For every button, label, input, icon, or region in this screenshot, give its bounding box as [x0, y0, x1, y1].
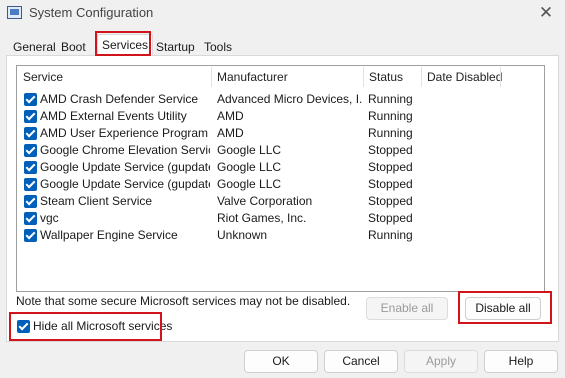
column-divider[interactable] [500, 67, 501, 87]
manufacturer-cell: Riot Games, Inc. [217, 211, 307, 225]
status-cell: Running [368, 126, 413, 140]
manufacturer-cell: Google LLC [217, 160, 282, 174]
cancel-button[interactable]: Cancel [324, 350, 398, 373]
status-cell: Running [368, 92, 413, 106]
service-name-cell: Google Chrome Elevation Servic... [40, 143, 210, 157]
service-name-cell: AMD External Events Utility [40, 109, 187, 123]
services-tab-highlight [95, 31, 151, 56]
service-checkbox[interactable] [24, 229, 37, 242]
service-name-cell: AMD Crash Defender Service [40, 92, 199, 106]
secure-services-note: Note that some secure Microsoft services… [16, 294, 351, 308]
service-name-cell: Wallpaper Engine Service [40, 228, 178, 242]
service-checkbox[interactable] [24, 110, 37, 123]
service-checkbox[interactable] [24, 127, 37, 140]
help-button[interactable]: Help [484, 350, 558, 373]
system-configuration-icon [7, 6, 22, 19]
manufacturer-cell: Valve Corporation [217, 194, 313, 208]
services-list: Service Manufacturer Status Date Disable… [16, 65, 545, 292]
enable-all-button[interactable]: Enable all [366, 297, 448, 320]
column-header-status[interactable]: Status [363, 66, 421, 88]
date-disabled-cell [427, 227, 537, 244]
table-row[interactable]: Google Chrome Elevation Servic... Google … [17, 142, 544, 159]
date-disabled-cell [427, 108, 537, 125]
service-checkbox[interactable] [24, 93, 37, 106]
column-header-date-disabled[interactable]: Date Disabled [421, 66, 544, 88]
status-cell: Stopped [368, 143, 413, 157]
status-cell: Stopped [368, 160, 413, 174]
table-row[interactable]: AMD User Experience Program D... AMD Runni… [17, 125, 544, 142]
close-button[interactable]: ✕ [533, 2, 559, 24]
status-cell: Running [368, 109, 413, 123]
status-cell: Running [368, 228, 413, 242]
service-name-cell: vgc [40, 211, 59, 225]
date-disabled-cell [427, 159, 537, 176]
status-cell: Stopped [368, 194, 413, 208]
table-row[interactable]: AMD External Events Utility AMD Running [17, 108, 544, 125]
service-checkbox[interactable] [24, 212, 37, 225]
window-title: System Configuration [29, 5, 154, 20]
manufacturer-cell: AMD [217, 126, 244, 140]
apply-button[interactable]: Apply [404, 350, 478, 373]
column-header-manufacturer[interactable]: Manufacturer [211, 66, 363, 88]
service-checkbox[interactable] [24, 161, 37, 174]
service-checkbox[interactable] [24, 195, 37, 208]
manufacturer-cell: AMD [217, 109, 244, 123]
status-cell: Stopped [368, 177, 413, 191]
service-checkbox[interactable] [24, 144, 37, 157]
date-disabled-cell [427, 176, 537, 193]
date-disabled-cell [427, 210, 537, 227]
hide-microsoft-highlight [9, 312, 162, 341]
service-name-cell: Google Update Service (gupdatem) [40, 177, 210, 191]
column-header-service[interactable]: Service [17, 66, 211, 88]
table-row[interactable]: vgc Riot Games, Inc. Stopped [17, 210, 544, 227]
manufacturer-cell: Google LLC [217, 143, 282, 157]
service-name-cell: Steam Client Service [40, 194, 153, 208]
title-bar: System Configuration ✕ [0, 0, 565, 28]
disable-all-highlight [458, 291, 552, 324]
service-name-cell: AMD User Experience Program D... [40, 126, 210, 140]
ok-button[interactable]: OK [244, 350, 318, 373]
table-row[interactable]: Wallpaper Engine Service Unknown Running [17, 227, 544, 244]
date-disabled-cell [427, 193, 537, 210]
date-disabled-cell [427, 91, 537, 108]
date-disabled-cell [427, 142, 537, 159]
date-disabled-cell [427, 125, 537, 142]
status-cell: Stopped [368, 211, 413, 225]
manufacturer-cell: Unknown [217, 228, 268, 242]
table-row[interactable]: Steam Client Service Valve Corporation Sto… [17, 193, 544, 210]
table-row[interactable]: Google Update Service (gupdate) Google LL… [17, 159, 544, 176]
table-row[interactable]: AMD Crash Defender Service Advanced Micro… [17, 91, 544, 108]
manufacturer-cell: Advanced Micro Devices, I... [217, 92, 363, 106]
service-checkbox[interactable] [24, 178, 37, 191]
service-name-cell: Google Update Service (gupdate) [40, 160, 210, 174]
manufacturer-cell: Google LLC [217, 177, 282, 191]
table-row[interactable]: Google Update Service (gupdatem) Google L… [17, 176, 544, 193]
